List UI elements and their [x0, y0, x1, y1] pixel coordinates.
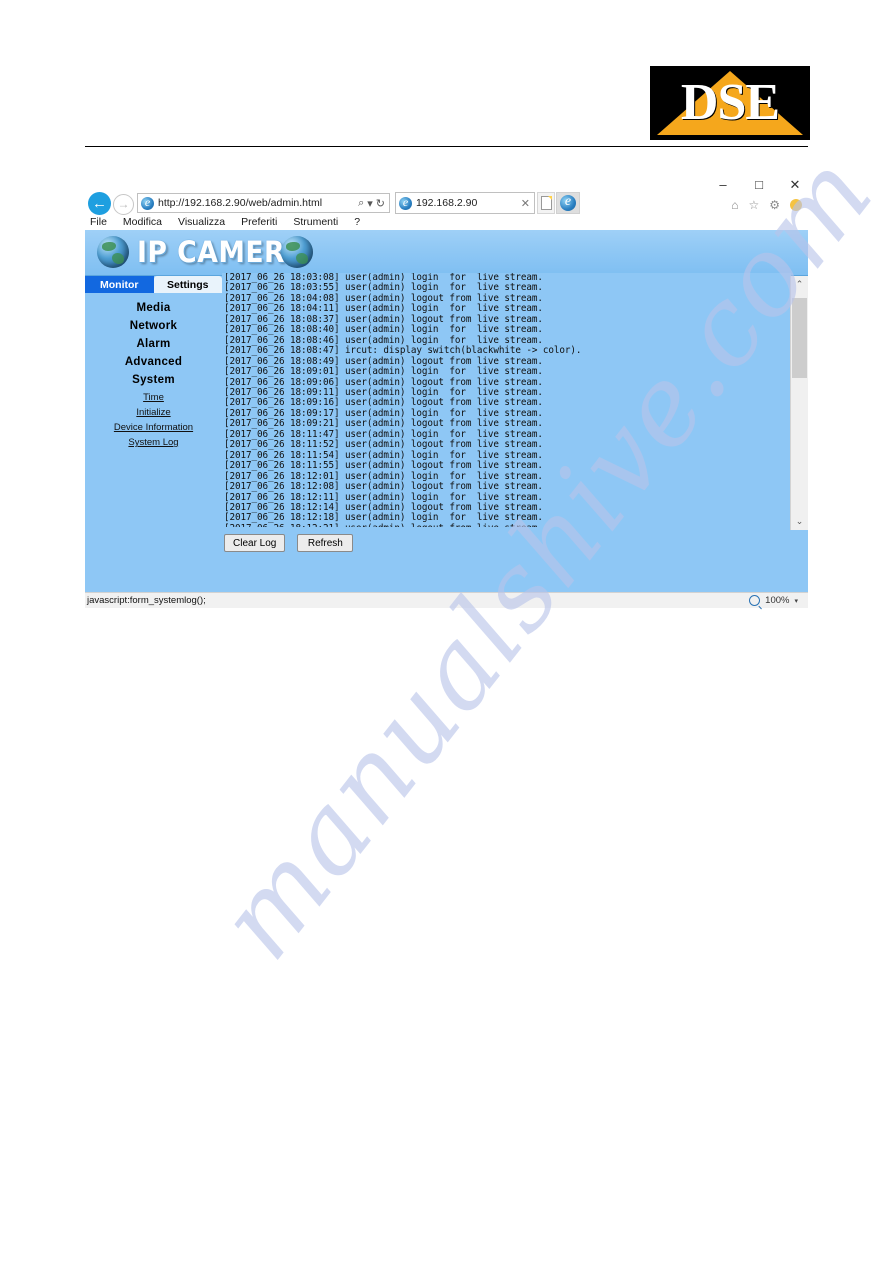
address-bar[interactable]: http://192.168.2.90/web/admin.html ⌕ ▾ ↻	[137, 193, 390, 213]
sidebar-item-system[interactable]: System	[85, 371, 222, 389]
sidebar: Monitor Settings Media Network Alarm Adv…	[85, 276, 223, 592]
sidebar-tabs: Monitor Settings	[85, 276, 222, 293]
browser-statusbar: javascript:form_systemlog(); 100% ▾	[85, 592, 808, 608]
dse-logo: DSE	[650, 66, 810, 140]
ie-logo-icon	[560, 193, 576, 211]
log-scrollbar[interactable]: ⌃ ⌄	[790, 276, 808, 530]
tab-monitor[interactable]: Monitor	[85, 276, 154, 293]
refresh-icon[interactable]: ↻	[376, 197, 385, 210]
forward-button-icon[interactable]: →	[113, 194, 134, 215]
scroll-up-arrow-icon[interactable]: ⌃	[791, 276, 808, 293]
favorites-star-icon[interactable]: ☆	[748, 198, 759, 212]
zoom-level-label: 100%	[765, 595, 790, 606]
menu-item-strumenti[interactable]: Strumenti	[293, 216, 338, 228]
browser-tab[interactable]: 192.168.2.90 ✕	[395, 192, 535, 214]
chevron-down-icon[interactable]: ▾	[794, 597, 798, 605]
sidebar-sub-menu: Time Initialize Device Information Syste…	[85, 390, 222, 450]
sidebar-item-alarm[interactable]: Alarm	[85, 335, 222, 353]
new-tab-icon	[540, 196, 552, 210]
menu-item-preferiti[interactable]: Preferiti	[241, 216, 277, 228]
internet-explorer-icon	[141, 195, 154, 210]
zoom-icon	[749, 595, 761, 606]
system-log-pane: [2017_06_26 18:03:08] user(admin) login …	[222, 273, 808, 592]
log-text-area[interactable]: [2017_06_26 18:03:08] user(admin) login …	[222, 273, 791, 527]
status-text: javascript:form_systemlog();	[87, 595, 206, 606]
log-line: [2017_06_26 18:09:01] user(admin) login …	[224, 366, 543, 378]
sidebar-item-initialize[interactable]: Initialize	[85, 405, 222, 420]
back-button-icon[interactable]: ←	[88, 192, 111, 215]
new-tab-button[interactable]	[537, 192, 555, 214]
tab-settings[interactable]: Settings	[153, 276, 222, 293]
sidebar-item-time[interactable]: Time	[85, 390, 222, 405]
toolbar-right-icons: ⌂ ☆ ⚙	[731, 198, 802, 212]
sidebar-item-media[interactable]: Media	[85, 299, 222, 317]
log-line: [2017_06_26 18:12:21] user(admin) logout…	[222, 523, 791, 527]
menu-item-file[interactable]: File	[90, 216, 107, 228]
log-action-buttons: Clear Log Refresh	[224, 534, 354, 552]
horizontal-rule	[85, 146, 808, 147]
window-controls: – □ ✕	[716, 178, 802, 191]
menu-item-visualizza[interactable]: Visualizza	[178, 216, 225, 228]
logo-text: DSE	[680, 74, 780, 131]
menu-item-modifica[interactable]: Modifica	[123, 216, 162, 228]
minimize-icon[interactable]: –	[716, 178, 730, 191]
address-bar-icons: ⌕ ▾ ↻	[358, 197, 389, 210]
camera-body: Monitor Settings Media Network Alarm Adv…	[85, 273, 808, 592]
menu-item-help[interactable]: ?	[354, 216, 360, 228]
globe-icon-right	[281, 236, 313, 268]
page-viewport: IP CAMERA Monitor Settings Media Network…	[85, 230, 808, 592]
log-line: [2017_06_26 18:12:08] user(admin) logout…	[224, 481, 543, 493]
scrollbar-thumb[interactable]	[792, 298, 807, 378]
sidebar-main-menu: Media Network Alarm Advanced System	[85, 299, 222, 389]
tab-title: 192.168.2.90	[416, 197, 478, 209]
ie-mode-button[interactable]	[556, 192, 580, 214]
tab-close-icon[interactable]: ✕	[521, 197, 534, 210]
camera-header-banner: IP CAMERA	[85, 230, 808, 276]
sidebar-item-device-information[interactable]: Device Information	[85, 420, 222, 435]
close-icon[interactable]: ✕	[788, 178, 802, 191]
maximize-icon[interactable]: □	[752, 178, 766, 191]
tab-favicon-icon	[399, 195, 412, 210]
scroll-down-arrow-icon[interactable]: ⌄	[791, 513, 808, 530]
sidebar-item-system-log[interactable]: System Log	[85, 435, 222, 450]
sidebar-item-advanced[interactable]: Advanced	[85, 353, 222, 371]
clear-log-button[interactable]: Clear Log	[224, 534, 286, 552]
home-icon[interactable]: ⌂	[731, 198, 738, 212]
document-page: DSE – □ ✕ ← → http://192.168.2.90/web/ad…	[0, 0, 893, 1263]
smiley-icon[interactable]	[790, 199, 802, 211]
browser-window: – □ ✕ ← → http://192.168.2.90/web/admin.…	[85, 172, 808, 621]
globe-icon-left	[97, 236, 129, 268]
address-url-text: http://192.168.2.90/web/admin.html	[158, 197, 323, 209]
refresh-button[interactable]: Refresh	[297, 534, 354, 552]
sidebar-item-network[interactable]: Network	[85, 317, 222, 335]
browser-toolbar: ← → http://192.168.2.90/web/admin.html ⌕…	[85, 192, 808, 216]
gear-icon[interactable]: ⚙	[769, 198, 780, 212]
zoom-control[interactable]: 100% ▾	[749, 595, 808, 606]
chevron-down-icon[interactable]: ▾	[367, 197, 373, 210]
search-icon[interactable]: ⌕	[358, 197, 364, 210]
browser-menubar: File Modifica Visualizza Preferiti Strum…	[90, 216, 360, 228]
